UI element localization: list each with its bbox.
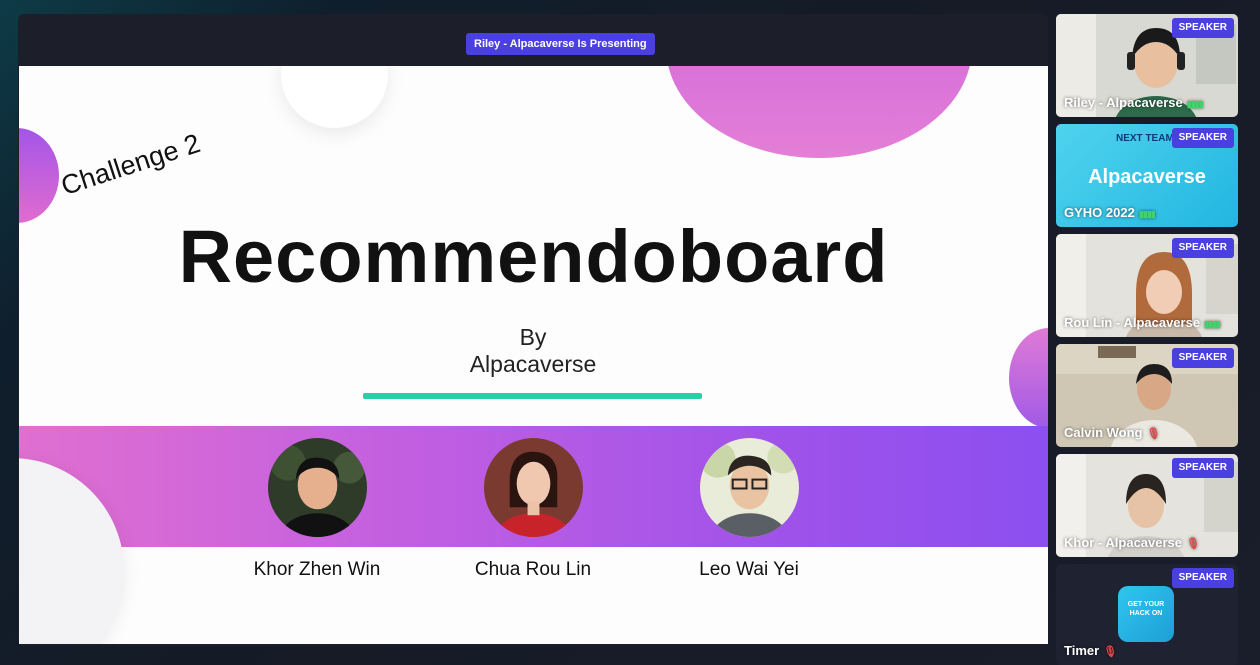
decor-circle-left bbox=[19, 128, 59, 223]
participant-tile-gyho[interactable]: NEXT TEAM Alpacaverse SPEAKER GYHO 2022 ▮… bbox=[1056, 124, 1238, 227]
speaker-badge: SPEAKER bbox=[1171, 348, 1234, 368]
mic-on-icon: ▮▮▮▮ bbox=[1186, 99, 1204, 109]
member-card: Khor Zhen Win bbox=[227, 438, 407, 581]
mic-muted-icon: 🎙 bbox=[1103, 646, 1118, 658]
decor-circle-top-right bbox=[666, 66, 972, 158]
mic-muted-icon: 🎙 bbox=[1186, 538, 1200, 550]
challenge-label: Challenge 2 bbox=[57, 127, 204, 202]
mic-on-icon: ▮▮▮▮ bbox=[1138, 209, 1156, 219]
speaker-badge: SPEAKER bbox=[1171, 238, 1234, 258]
participant-name: Riley - Alpacaverse ▮▮▮▮ bbox=[1064, 94, 1232, 113]
participant-name-text: Riley - Alpacaverse bbox=[1064, 95, 1183, 110]
participant-name-text: Calvin Wong bbox=[1064, 425, 1143, 440]
accent-bar bbox=[363, 393, 702, 399]
by-line: By Alpacaverse bbox=[433, 324, 633, 378]
participant-name-text: Khor - Alpacaverse bbox=[1064, 535, 1183, 550]
member-name: Leo Wai Yei bbox=[699, 559, 799, 580]
participant-name: GYHO 2022 ▮▮▮▮ bbox=[1064, 204, 1232, 223]
member-photo bbox=[267, 438, 367, 537]
next-team-label: NEXT TEAM bbox=[1116, 133, 1174, 144]
team-name: Alpacaverse bbox=[469, 351, 597, 377]
participant-sidebar[interactable]: SPEAKER Riley - Alpacaverse ▮▮▮▮ NEXT TEA… bbox=[1056, 14, 1238, 665]
participant-tile-timer[interactable]: GET YOUR HACK ON SPEAKER Timer 🎙 bbox=[1056, 564, 1238, 665]
participant-name-text: GYHO 2022 bbox=[1064, 205, 1135, 220]
member-photo bbox=[699, 438, 799, 537]
member-card: Chua Rou Lin bbox=[443, 438, 623, 581]
participant-name-text: Timer bbox=[1064, 643, 1100, 658]
member-name: Chua Rou Lin bbox=[474, 559, 592, 580]
member-card: Leo Wai Yei bbox=[659, 438, 839, 581]
participant-tile-calvin[interactable]: SPEAKER Calvin Wong 🎙 bbox=[1056, 344, 1238, 447]
shared-slide: Challenge 2 Recommendoboard By Alpacaver… bbox=[19, 66, 1048, 644]
member-photo bbox=[483, 438, 583, 537]
presenting-badge: Riley - Alpacaverse Is Presenting bbox=[466, 33, 655, 55]
participant-name: Timer 🎙 bbox=[1064, 642, 1232, 661]
participant-tile-riley[interactable]: SPEAKER Riley - Alpacaverse ▮▮▮▮ bbox=[1056, 14, 1238, 117]
participant-tile-khor[interactable]: SPEAKER Khor - Alpacaverse 🎙 bbox=[1056, 454, 1238, 557]
participant-name: Khor - Alpacaverse 🎙 bbox=[1064, 534, 1232, 553]
participant-name: Calvin Wong 🎙 bbox=[1064, 424, 1232, 443]
decor-circle-top bbox=[281, 66, 388, 128]
participant-name-text: Rou Lin - Alpacaverse bbox=[1064, 315, 1201, 330]
decor-circle-right bbox=[1009, 328, 1048, 428]
member-name: Khor Zhen Win bbox=[253, 559, 381, 580]
hack-logo: GET YOUR HACK ON bbox=[1118, 586, 1174, 642]
participant-name: Rou Lin - Alpacaverse ▮▮▮▮ bbox=[1064, 314, 1232, 333]
speaker-badge: SPEAKER bbox=[1171, 458, 1234, 478]
mic-muted-icon: 🎙 bbox=[1146, 428, 1161, 440]
speaker-badge: SPEAKER bbox=[1171, 568, 1234, 588]
slide-title: Recommendoboard bbox=[178, 215, 889, 298]
next-team-name: Alpacaverse bbox=[1088, 166, 1206, 188]
speaker-badge: SPEAKER bbox=[1171, 128, 1234, 148]
speaker-badge: SPEAKER bbox=[1171, 18, 1234, 38]
by-label: By bbox=[519, 324, 547, 350]
mic-on-icon: ▮▮▮▮ bbox=[1204, 319, 1221, 329]
participant-tile-roulin[interactable]: SPEAKER Rou Lin - Alpacaverse ▮▮▮▮ bbox=[1056, 234, 1238, 337]
